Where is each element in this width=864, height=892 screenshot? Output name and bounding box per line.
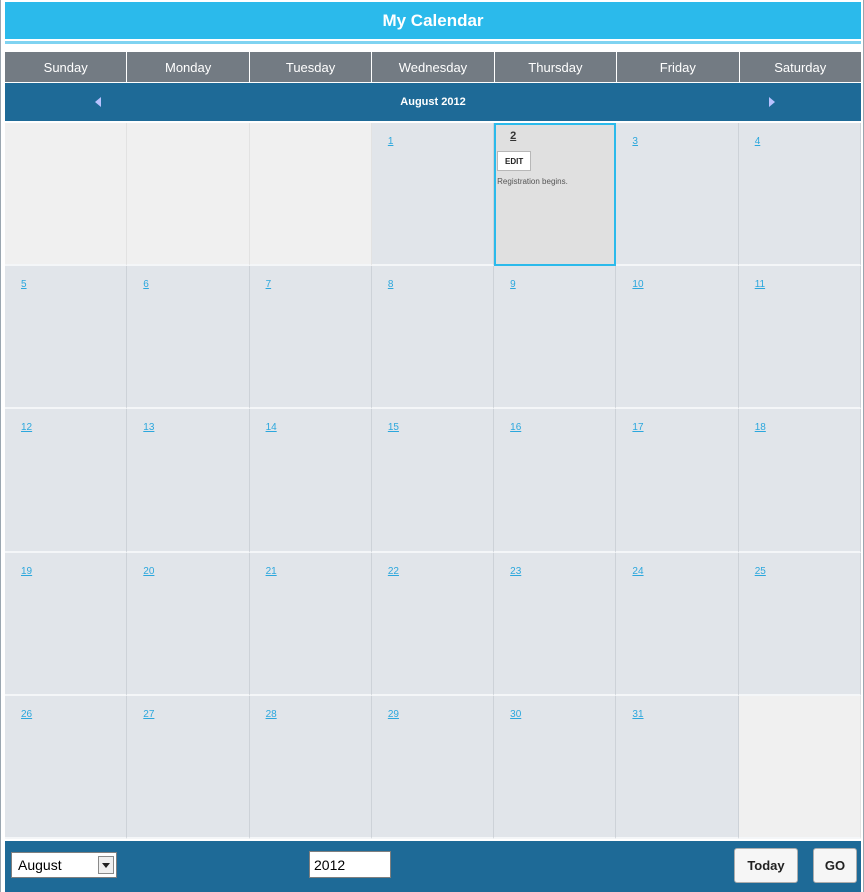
weekday-header: Sunday Monday Tuesday Wednesday Thursday…: [5, 52, 861, 82]
title-divider: [5, 41, 861, 44]
weekday-sunday: Sunday: [5, 52, 128, 82]
day-number-link[interactable]: 17: [632, 422, 643, 433]
day-number-link[interactable]: 16: [510, 422, 521, 433]
empty-day-cell: [5, 123, 128, 267]
day-cell: 4: [738, 123, 861, 267]
day-number-link[interactable]: 2: [510, 130, 516, 142]
event-text: Registration begins.: [497, 177, 568, 186]
day-cell: 6: [127, 266, 250, 410]
day-number-link[interactable]: 19: [21, 566, 32, 577]
day-number-link[interactable]: 24: [632, 566, 643, 577]
day-cell: 30: [494, 695, 617, 839]
day-number-link[interactable]: 7: [266, 279, 272, 290]
day-number-link[interactable]: 25: [755, 566, 766, 577]
day-cell: 20: [127, 552, 250, 696]
day-number-link[interactable]: 28: [266, 709, 277, 720]
day-number-link[interactable]: 31: [632, 709, 643, 720]
current-month-label: August 2012: [400, 96, 466, 108]
arrow-left-icon: [95, 97, 101, 107]
day-cell: 28: [249, 695, 372, 839]
day-cell: 23: [494, 552, 617, 696]
edit-event-button[interactable]: EDIT: [497, 151, 532, 171]
day-number-link[interactable]: 11: [755, 279, 765, 290]
empty-day-cell: [127, 123, 250, 267]
day-number-link[interactable]: 10: [632, 279, 643, 290]
calendar-title: My Calendar: [5, 2, 861, 39]
month-grid: 1 2 EDIT Registration begins. 3 4 5 6 7 8 9 10 11 12 1…: [5, 123, 861, 839]
day-cell: 5: [5, 266, 128, 410]
month-nav-bar: August 2012: [5, 83, 861, 121]
weekday-saturday: Saturday: [739, 52, 861, 82]
day-cell: 24: [616, 552, 739, 696]
chevron-down-icon: [102, 862, 110, 868]
day-number-link[interactable]: 4: [755, 136, 761, 147]
day-number-link[interactable]: 15: [388, 422, 399, 433]
month-select-value: August: [18, 857, 62, 873]
day-cell: 7: [249, 266, 372, 410]
day-cell: 8: [371, 266, 495, 410]
arrow-right-icon: [769, 97, 775, 107]
day-cell: 3: [616, 123, 739, 267]
day-cell: 15: [371, 409, 495, 553]
day-cell: 21: [249, 552, 372, 696]
day-cell: 14: [249, 409, 372, 553]
weekday-thursday: Thursday: [494, 52, 618, 82]
today-button[interactable]: Today: [734, 848, 798, 883]
day-cell: 12: [5, 409, 128, 553]
day-number-link[interactable]: 3: [632, 136, 638, 147]
day-number-link[interactable]: 6: [143, 279, 149, 290]
weekday-friday: Friday: [617, 52, 740, 82]
day-cell: 1: [371, 123, 495, 267]
day-cell: 13: [127, 409, 250, 553]
day-cell: 26: [5, 695, 128, 839]
day-number-link[interactable]: 13: [143, 422, 154, 433]
day-number-link[interactable]: 14: [266, 422, 277, 433]
go-button[interactable]: GO: [813, 848, 857, 883]
day-cell: 25: [738, 552, 861, 696]
day-number-link[interactable]: 12: [21, 422, 32, 433]
day-number-link[interactable]: 22: [388, 566, 399, 577]
day-cell: 17: [616, 409, 739, 553]
day-cell: 27: [127, 695, 250, 839]
day-cell: 11: [738, 266, 861, 410]
day-cell: 18: [738, 409, 861, 553]
day-cell: 16: [494, 409, 617, 553]
empty-day-cell: [249, 123, 372, 267]
day-cell: 19: [5, 552, 128, 696]
day-number-link[interactable]: 23: [510, 566, 521, 577]
dropdown-button[interactable]: [98, 856, 114, 874]
day-number-link[interactable]: 27: [143, 709, 154, 720]
prev-month-button[interactable]: [83, 83, 113, 121]
day-number-link[interactable]: 21: [266, 566, 277, 577]
calendar-widget: My Calendar Sunday Monday Tuesday Wednes…: [0, 0, 864, 892]
year-input[interactable]: [309, 851, 391, 878]
empty-day-cell: [738, 695, 861, 839]
day-number-link[interactable]: 29: [388, 709, 399, 720]
day-cell: 9: [494, 266, 617, 410]
footer-bar: August Today GO: [5, 841, 861, 892]
day-number-link[interactable]: 5: [21, 279, 27, 290]
day-number-link[interactable]: 20: [143, 566, 154, 577]
day-number-link[interactable]: 8: [388, 279, 394, 290]
day-cell: 29: [371, 695, 495, 839]
day-number-link[interactable]: 9: [510, 279, 516, 290]
month-select[interactable]: August: [11, 852, 117, 878]
day-cell: 10: [616, 266, 739, 410]
day-cell: 31: [616, 695, 739, 839]
weekday-wednesday: Wednesday: [372, 52, 495, 82]
day-number-link[interactable]: 26: [21, 709, 32, 720]
weekday-monday: Monday: [127, 52, 250, 82]
day-number-link[interactable]: 18: [755, 422, 766, 433]
day-number-link[interactable]: 30: [510, 709, 521, 720]
weekday-tuesday: Tuesday: [249, 52, 373, 82]
day-number-link[interactable]: 1: [388, 136, 394, 147]
next-month-button[interactable]: [757, 83, 787, 121]
day-cell: 2 EDIT Registration begins.: [494, 123, 617, 267]
day-cell: 22: [371, 552, 495, 696]
